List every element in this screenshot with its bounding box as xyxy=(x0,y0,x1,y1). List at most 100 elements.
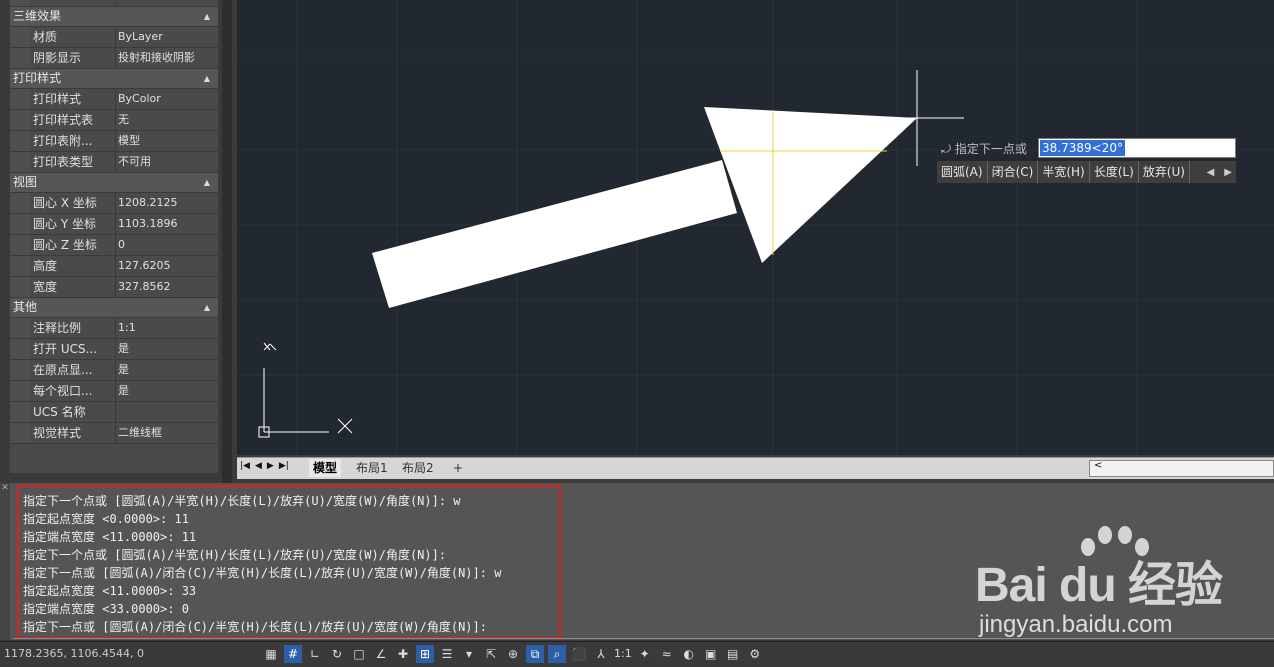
property-value[interactable]: 是 xyxy=(115,381,218,401)
layer-icon[interactable]: ⧉ xyxy=(526,645,544,663)
property-key: 宽度 xyxy=(33,277,113,297)
isolate-icon[interactable]: ◐ xyxy=(680,645,698,663)
property-value[interactable]: 是 xyxy=(115,339,218,359)
dynamic-option[interactable]: 长度(L) xyxy=(1090,161,1139,183)
property-row[interactable]: 每个视口... 是 xyxy=(10,381,218,402)
section-header[interactable]: 其他 ▲ xyxy=(10,298,218,318)
property-row[interactable]: 宽度 327.8562 xyxy=(10,277,218,298)
property-row[interactable]: 打开 UCS... 是 xyxy=(10,339,218,360)
dynamic-option[interactable]: 圆弧(A) xyxy=(937,161,988,183)
property-row[interactable]: 打印样式表无 xyxy=(10,110,218,131)
section-header[interactable]: 三维效果 ▲ xyxy=(10,7,218,27)
property-value[interactable]: 是 xyxy=(115,360,218,380)
property-row[interactable]: 圆心 Y 坐标 1103.1896 xyxy=(10,214,218,235)
grid-icon[interactable]: ▦ xyxy=(262,645,280,663)
lineweight-icon[interactable]: ☰ xyxy=(438,645,456,663)
property-row[interactable]: 打印表附... 模型 xyxy=(10,131,218,152)
property-key: 圆心 X 坐标 xyxy=(33,193,113,213)
property-row[interactable]: 视觉样式 二维线框 xyxy=(10,423,218,444)
property-row[interactable]: 打印表类型 不可用 xyxy=(10,152,218,173)
property-row[interactable]: 在原点显... 是 xyxy=(10,360,218,381)
scroll-left-icon[interactable]: < xyxy=(1094,460,1102,471)
property-row[interactable]: 圆心 Z 坐标 0 xyxy=(10,235,218,256)
property-value[interactable]: 1:1 xyxy=(115,318,218,338)
property-value[interactable]: 1208.2125 xyxy=(115,193,218,213)
property-row[interactable]: 阴影显示 投射和接收阴影 xyxy=(10,48,218,69)
property-value[interactable]: 不可用 xyxy=(115,152,218,172)
tab-layout1[interactable]: 布局1 xyxy=(356,459,388,477)
property-row[interactable]: 注释比例 1:1 xyxy=(10,318,218,339)
hardware-accel-icon[interactable]: ▣ xyxy=(702,645,720,663)
property-row[interactable]: UCS 名称 xyxy=(10,402,218,423)
transparency-icon[interactable]: ▾ xyxy=(460,645,478,663)
annotation-monitor-icon[interactable]: ⊕ xyxy=(504,645,522,663)
property-value[interactable]: 0 xyxy=(115,235,218,255)
zoom-icon[interactable]: ⌕ xyxy=(548,645,566,663)
prev-tab-icon[interactable]: ◀ xyxy=(255,461,262,471)
section-header[interactable]: 视图 ▲ xyxy=(10,173,218,193)
property-value[interactable]: 投射和接收阴影 xyxy=(115,48,218,68)
drawing-viewport[interactable] xyxy=(237,0,1274,455)
section-title: 视图 xyxy=(13,175,38,189)
next-tab-icon[interactable]: ▶ xyxy=(267,461,274,471)
dynamic-option[interactable]: 半宽(H) xyxy=(1038,161,1090,183)
property-key: 圆心 Z 坐标 xyxy=(33,235,113,255)
snap-icon[interactable]: # xyxy=(284,645,302,663)
dyn-icon[interactable]: ⊞ xyxy=(416,645,434,663)
collapse-icon[interactable]: ▲ xyxy=(204,173,210,192)
last-tab-icon[interactable]: ▶| xyxy=(279,461,289,471)
property-value[interactable]: 327.8562 xyxy=(115,277,218,297)
annotation-scale-value[interactable]: 1:1 xyxy=(614,645,632,663)
first-tab-icon[interactable]: |◀ xyxy=(240,461,250,471)
dynamic-input-field[interactable]: 38.7389<20° xyxy=(1038,138,1236,158)
property-row[interactable]: 圆心 X 坐标 1208.2125 xyxy=(10,193,218,214)
workspace-icon[interactable]: ⬛ xyxy=(570,645,588,663)
drawing-canvas[interactable] xyxy=(237,0,1274,455)
horizontal-scrollbar[interactable]: < xyxy=(1089,460,1274,477)
property-value[interactable]: ByLayer xyxy=(115,27,218,47)
selection-cycling-icon[interactable]: ⇱ xyxy=(482,645,500,663)
property-value[interactable]: 模型 xyxy=(115,131,218,151)
auto-scale-icon[interactable]: ≈ xyxy=(658,645,676,663)
properties-scrollbar[interactable] xyxy=(222,0,232,483)
section-header[interactable]: 打印样式 ▲ xyxy=(10,69,218,89)
arrow-head[interactable] xyxy=(704,107,917,263)
property-value[interactable] xyxy=(115,402,218,422)
property-key: 材质 xyxy=(33,27,113,47)
property-row[interactable]: 打印样式 ByColor xyxy=(10,89,218,110)
property-value[interactable]: 1103.1896 xyxy=(115,214,218,234)
prev-option-icon[interactable]: ◀ xyxy=(1207,167,1215,178)
arrow-shaft[interactable] xyxy=(372,160,737,308)
tab-model[interactable]: 模型 xyxy=(309,459,342,477)
polar-icon[interactable]: ↻ xyxy=(328,645,346,663)
property-value[interactable]: 127.6205 xyxy=(115,256,218,276)
otrack-icon[interactable]: ∠ xyxy=(372,645,390,663)
property-row[interactable]: 高度 127.6205 xyxy=(10,256,218,277)
annotation-scale-icon[interactable]: ⅄ xyxy=(592,645,610,663)
property-value[interactable]: 无 xyxy=(115,110,218,130)
collapse-icon[interactable]: ▲ xyxy=(204,7,210,26)
ducs-icon[interactable]: ✚ xyxy=(394,645,412,663)
annotation-visibility-icon[interactable]: ✦ xyxy=(636,645,654,663)
property-key: 打印样式表 xyxy=(33,110,113,130)
collapse-icon[interactable]: ▲ xyxy=(204,69,210,88)
collapse-icon[interactable]: ▲ xyxy=(204,298,210,317)
osnap-icon[interactable]: □ xyxy=(350,645,368,663)
property-key: 注释比例 xyxy=(33,318,113,338)
customize-icon[interactable]: ⚙ xyxy=(746,645,764,663)
layout-tabs-bar: |◀ ◀ ▶ ▶| 模型 布局1 布局2 + < xyxy=(237,457,1274,479)
dynamic-option[interactable]: 闭合(C) xyxy=(988,161,1039,183)
property-value[interactable]: 二维线框 xyxy=(115,423,218,443)
property-row[interactable]: 材质 ByLayer xyxy=(10,27,218,48)
next-option-icon[interactable]: ▶ xyxy=(1224,167,1232,178)
tab-layout2[interactable]: 布局2 xyxy=(402,459,434,477)
property-value[interactable]: ByColor xyxy=(115,89,218,109)
tab-add[interactable]: + xyxy=(453,459,463,477)
clean-screen-icon[interactable]: ▤ xyxy=(724,645,742,663)
command-window-close-icon[interactable]: ✕ xyxy=(0,483,10,640)
property-key: 打印表类型 xyxy=(33,152,113,172)
highlight-box xyxy=(17,485,561,639)
section-title: 打印样式 xyxy=(13,71,62,85)
ortho-icon[interactable]: ∟ xyxy=(306,645,324,663)
dynamic-option[interactable]: 放弃(U) xyxy=(1139,161,1190,183)
